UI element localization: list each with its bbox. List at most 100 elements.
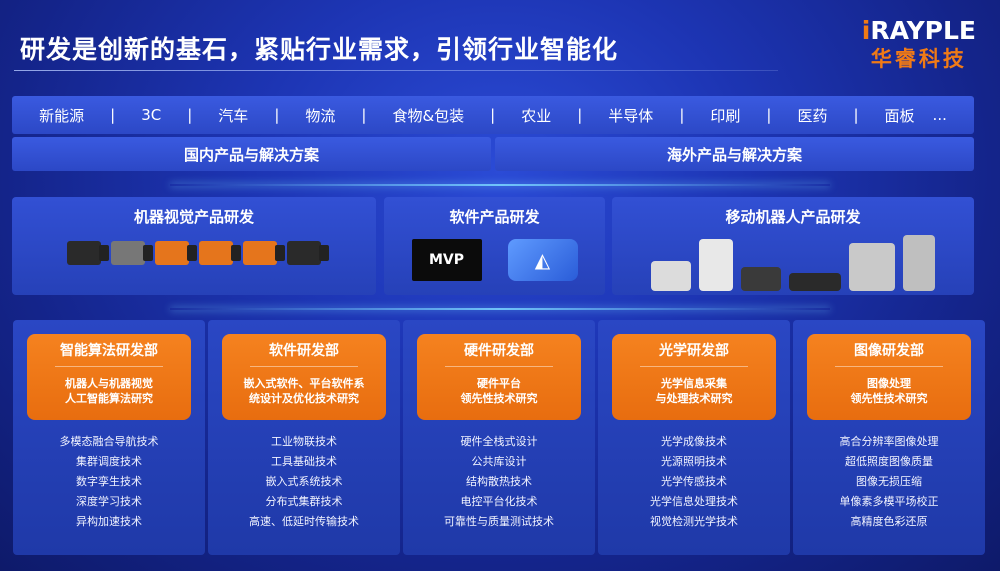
tech-item: 图像无损压缩 xyxy=(856,475,922,488)
dept-card: 智能算法研发部 机器人与机器视觉 人工智能算法研究 xyxy=(27,334,191,420)
industry-item: 医药 xyxy=(797,106,828,125)
camera-icon xyxy=(111,241,153,265)
industry-item: 面板 xyxy=(884,106,915,125)
tech-item: 嵌入式系统技术 xyxy=(265,475,343,488)
industry-separator: | xyxy=(490,106,496,124)
industry-separator: | xyxy=(766,106,772,124)
tech-item: 工具基础技术 xyxy=(271,455,337,468)
industry-separator: | xyxy=(274,106,280,124)
industry-item: 汽车 xyxy=(218,106,249,125)
logo-chinese: 华睿科技 xyxy=(870,47,967,71)
camera-icon xyxy=(199,241,241,265)
product-panel-software: 软件产品研发 MVP ◭ xyxy=(384,197,605,295)
dept-card: 光学研发部 光学信息采集 与处理技术研究 xyxy=(612,334,776,420)
industry-item: 半导体 xyxy=(608,106,654,125)
tech-item: 数字孪生技术 xyxy=(76,475,142,488)
dept-card: 软件研发部 嵌入式软件、平台软件系 统设计及优化技术研究 xyxy=(222,334,386,420)
industry-item: 食物&包装 xyxy=(392,106,465,125)
dept-panel: 硬件研发部 硬件平台领先性技术研究 硬件全栈式设计 公共库设计 结构散热技术 电… xyxy=(403,320,595,555)
industry-item: 农业 xyxy=(521,106,552,125)
product-title: 机器视觉产品研发 xyxy=(133,208,254,226)
tech-item: 高精度色彩还原 xyxy=(850,515,928,528)
product-title: 移动机器人产品研发 xyxy=(725,208,861,226)
industry-separator: | xyxy=(577,106,583,124)
tech-item: 单像素多模平场校正 xyxy=(839,495,939,508)
tech-list: 高合分辨率图像处理 超低照度图像质量 图像无损压缩 单像素多模平场校正 高精度色… xyxy=(793,432,985,532)
camera-icon xyxy=(67,241,109,265)
lens-icon xyxy=(287,241,329,265)
tech-item: 光学传感技术 xyxy=(661,475,727,488)
dept-name: 软件研发部 xyxy=(250,340,358,367)
industry-separator: | xyxy=(679,106,685,124)
dept-desc-line: 图像处理 xyxy=(867,377,911,390)
tech-item: 高合分辨率图像处理 xyxy=(839,435,939,448)
tech-item: 异构加速技术 xyxy=(76,515,142,528)
tech-list: 硬件全栈式设计 公共库设计 结构散热技术 电控平台化技术 可靠性与质量测试技术 xyxy=(403,432,595,532)
tech-item: 超低照度图像质量 xyxy=(845,455,933,468)
tech-item: 高速、低延时传输技术 xyxy=(249,515,359,528)
dept-card: 图像研发部 图像处理领先性技术研究 xyxy=(807,334,971,420)
dept-desc-line: 领先性技术研究 xyxy=(850,392,928,405)
tech-item: 可靠性与质量测试技术 xyxy=(444,515,554,528)
logo-wordmark: iRAYPLE xyxy=(862,16,976,45)
tech-item: 硬件全栈式设计 xyxy=(460,435,538,448)
dept-card: 硬件研发部 硬件平台领先性技术研究 xyxy=(417,334,581,420)
product-panel-robot: 移动机器人产品研发 xyxy=(612,197,974,295)
company-logo: iRAYPLE 华睿科技 xyxy=(862,16,976,73)
tech-item: 多模态融合导航技术 xyxy=(59,435,159,448)
camera-thumbnails xyxy=(12,241,376,265)
forklift-robot-icon xyxy=(849,243,895,291)
dept-description: 嵌入式软件、平台软件系 统设计及优化技术研究 xyxy=(222,376,386,406)
dept-desc-line: 硬件平台 xyxy=(477,377,521,390)
glow-divider xyxy=(170,184,830,186)
tech-item: 工业物联技术 xyxy=(271,435,337,448)
software-logos: MVP ◭ xyxy=(384,239,605,281)
industry-item: 印刷 xyxy=(710,106,741,125)
cabinet-robot-icon xyxy=(699,239,733,291)
dept-name: 硬件研发部 xyxy=(445,340,553,367)
product-title: 软件产品研发 xyxy=(449,208,540,226)
dept-description: 硬件平台领先性技术研究 xyxy=(417,376,581,406)
market-row: 国内产品与解决方案 海外产品与解决方案 xyxy=(12,137,974,171)
dept-desc-line: 嵌入式软件、平台软件系 xyxy=(243,377,365,390)
tech-item: 电控平台化技术 xyxy=(460,495,538,508)
dept-desc-line: 机器人与机器视觉 xyxy=(65,377,153,390)
logo-rest: RAYPLE xyxy=(870,16,976,45)
tech-item: 光学成像技术 xyxy=(661,435,727,448)
dept-desc-line: 人工智能算法研究 xyxy=(65,392,153,405)
software-app-icon: ◭ xyxy=(507,239,578,281)
product-panel-vision: 机器视觉产品研发 xyxy=(12,197,376,295)
dept-desc-line: 统设计及优化技术研究 xyxy=(249,392,359,405)
dept-panel: 光学研发部 光学信息采集 与处理技术研究 光学成像技术 光源照明技术 光学传感技术… xyxy=(598,320,790,555)
tech-item: 公共库设计 xyxy=(471,455,527,468)
industry-item: 物流 xyxy=(305,106,336,125)
lift-robot-icon xyxy=(741,267,781,291)
dept-name: 图像研发部 xyxy=(835,340,943,367)
industry-separator: | xyxy=(110,106,116,124)
flat-robot-icon xyxy=(789,273,841,291)
tech-item: 视觉检测光学技术 xyxy=(650,515,738,528)
tech-item: 集群调度技术 xyxy=(76,455,142,468)
industry-separator: | xyxy=(853,106,859,124)
title-divider xyxy=(14,70,778,71)
dept-desc-line: 与处理技术研究 xyxy=(655,392,733,405)
dept-description: 图像处理领先性技术研究 xyxy=(807,376,971,406)
glow-divider xyxy=(170,308,830,310)
dept-description: 机器人与机器视觉 人工智能算法研究 xyxy=(27,376,191,406)
industry-separator: | xyxy=(361,106,367,124)
dept-name: 光学研发部 xyxy=(640,340,748,367)
industry-bar: 新能源 | 3C | 汽车 | 物流 | 食物&包装 | 农业 | 半导体 | 印刷 | 医药 |… xyxy=(12,96,974,134)
market-domestic: 国内产品与解决方案 xyxy=(12,137,491,171)
industry-item: 新能源 xyxy=(39,106,85,125)
tech-item: 分布式集群技术 xyxy=(265,495,343,508)
camera-icon xyxy=(243,241,285,265)
dept-panel: 软件研发部 嵌入式软件、平台软件系 统设计及优化技术研究 工业物联技术 工具基础技… xyxy=(208,320,400,555)
dept-desc-line: 领先性技术研究 xyxy=(460,392,538,405)
stacker-robot-icon xyxy=(903,235,935,291)
agv-robot-icon xyxy=(651,261,691,291)
industry-more: ... xyxy=(932,106,947,124)
camera-icon xyxy=(155,241,197,265)
tech-item: 深度学习技术 xyxy=(76,495,142,508)
dept-panel: 图像研发部 图像处理领先性技术研究 高合分辨率图像处理 超低照度图像质量 图像无… xyxy=(793,320,985,555)
dept-description: 光学信息采集 与处理技术研究 xyxy=(612,376,776,406)
